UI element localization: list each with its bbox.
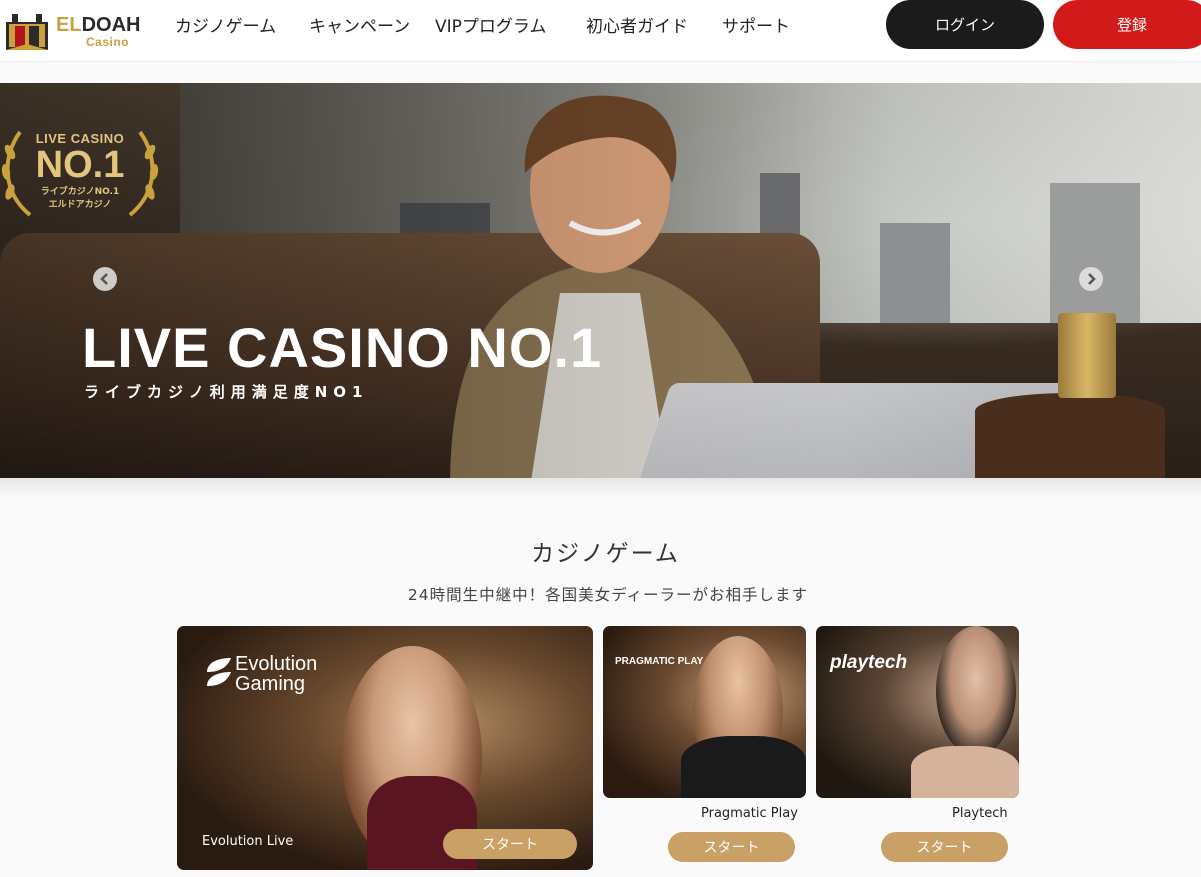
chevron-right-icon [1088, 273, 1096, 285]
dealer-shoulders [911, 746, 1019, 798]
nav-vip-program[interactable]: VIPプログラム [435, 12, 546, 37]
hero-banner[interactable]: LIVE CASINO NO.1 ライブカジノNO.1 エルドアカジノ LIVE… [0, 83, 1201, 478]
provider-label-playtech: Playtech [952, 806, 1008, 821]
evolution-logo-line1: Evolution [235, 653, 318, 675]
provider-card-playtech[interactable]: playtech [816, 626, 1019, 798]
nav-beginner-guide[interactable]: 初心者ガイド [586, 12, 688, 37]
nav-casino-games[interactable]: カジノゲーム [175, 12, 276, 37]
section-title: カジノゲーム [531, 541, 680, 567]
provider-label-pragmatic: Pragmatic Play [701, 806, 798, 821]
hero-next-arrow[interactable] [1079, 267, 1103, 291]
start-button-evolution[interactable]: スタート [443, 829, 577, 859]
section-divider [0, 478, 1201, 498]
dealer-image [936, 626, 1016, 756]
evolution-leaf-icon [207, 658, 231, 686]
site-logo[interactable]: ELDOAH Casino [4, 8, 140, 54]
login-button[interactable]: ログイン [886, 0, 1044, 49]
section-subtitle: 24時間生中継中！各国美女ディーラーがお相手します [407, 586, 809, 604]
hero-title: LIVE CASINO NO.1 [82, 316, 603, 379]
provider-label-evolution: Evolution Live [202, 834, 294, 849]
nav-campaign[interactable]: キャンペーン [309, 12, 410, 37]
evolution-logo: Evolution Gaming [205, 654, 317, 694]
live-casino-badge: LIVE CASINO NO.1 ライブカジノNO.1 エルドアカジノ [0, 127, 160, 217]
site-header: ELDOAH Casino カジノゲーム キャンペーン VIPプログラム 初心者… [0, 0, 1201, 62]
nav-support[interactable]: サポート [722, 12, 790, 37]
pragmatic-logo: PRAGMATIC PLAY [615, 656, 704, 667]
logo-doah-text: DOAH [81, 13, 141, 36]
hero-prev-arrow[interactable] [93, 267, 117, 291]
logo-casino-text: Casino [86, 34, 130, 49]
provider-card-pragmatic[interactable]: PRAGMATIC PLAY [603, 626, 806, 798]
chevron-left-icon [100, 273, 108, 285]
laurel-icon [1, 130, 159, 217]
hero-shade [0, 83, 1201, 478]
register-button[interactable]: 登録 [1053, 0, 1201, 49]
dealer-dress [681, 736, 806, 798]
start-button-playtech[interactable]: スタート [881, 832, 1008, 862]
castle-logo-icon [6, 14, 48, 50]
hero-subtitle: ライブカジノ利用満足度NO1 [84, 383, 369, 401]
evolution-logo-line2: Gaming [235, 673, 306, 695]
logo-el-text: EL [56, 13, 82, 36]
provider-card-evolution[interactable]: Evolution Gaming Evolution Live スタート [177, 626, 593, 870]
playtech-logo: playtech [830, 652, 908, 673]
start-button-pragmatic[interactable]: スタート [668, 832, 795, 862]
